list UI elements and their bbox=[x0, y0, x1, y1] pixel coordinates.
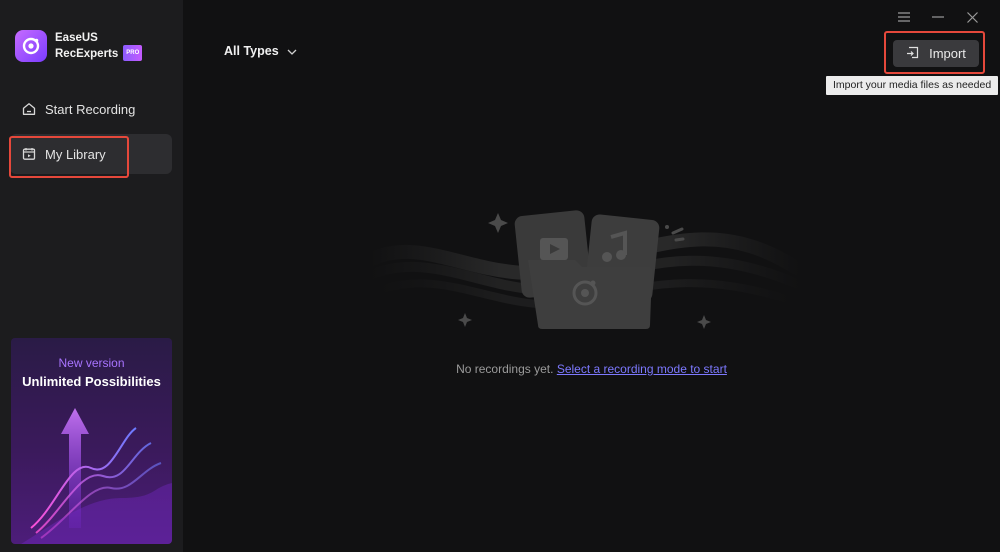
home-icon bbox=[22, 102, 36, 116]
recexperts-logo-icon bbox=[15, 30, 47, 62]
select-recording-mode-link[interactable]: Select a recording mode to start bbox=[557, 362, 727, 376]
sidebar-item-label: Start Recording bbox=[45, 101, 136, 117]
promo-banner[interactable]: New version Unlimited Possibilities bbox=[11, 338, 172, 544]
sidebar-item-my-library[interactable]: My Library bbox=[10, 134, 172, 174]
import-tooltip: Import your media files as needed bbox=[826, 76, 998, 95]
app-product-name: RecExperts bbox=[55, 48, 119, 61]
growth-arrow-illustration bbox=[21, 408, 172, 544]
promo-subtitle: New version bbox=[58, 356, 125, 370]
empty-state-message: No recordings yet. Select a recording mo… bbox=[183, 362, 1000, 376]
library-icon bbox=[22, 147, 36, 161]
minimize-icon[interactable] bbox=[930, 9, 946, 25]
chevron-down-icon bbox=[287, 44, 297, 58]
import-label: Import bbox=[929, 46, 966, 61]
sidebar: EaseUS RecExperts PRO Start Recording My … bbox=[0, 0, 183, 552]
empty-library-illustration bbox=[370, 210, 800, 329]
import-icon bbox=[906, 46, 919, 62]
type-filter-dropdown[interactable]: All Types bbox=[224, 44, 297, 58]
import-button[interactable]: Import bbox=[893, 40, 979, 67]
promo-title: Unlimited Possibilities bbox=[22, 374, 161, 389]
type-filter-label: All Types bbox=[224, 44, 279, 58]
window-controls bbox=[896, 9, 980, 25]
app-name: EaseUS bbox=[55, 31, 98, 44]
pro-badge: PRO bbox=[123, 44, 143, 61]
app-logo: EaseUS RecExperts PRO bbox=[15, 30, 143, 62]
empty-state-text: No recordings yet. bbox=[456, 362, 554, 376]
close-icon[interactable] bbox=[964, 9, 980, 25]
sidebar-item-label: My Library bbox=[45, 146, 106, 162]
menu-icon[interactable] bbox=[896, 9, 912, 25]
sidebar-item-start-recording[interactable]: Start Recording bbox=[10, 89, 172, 129]
